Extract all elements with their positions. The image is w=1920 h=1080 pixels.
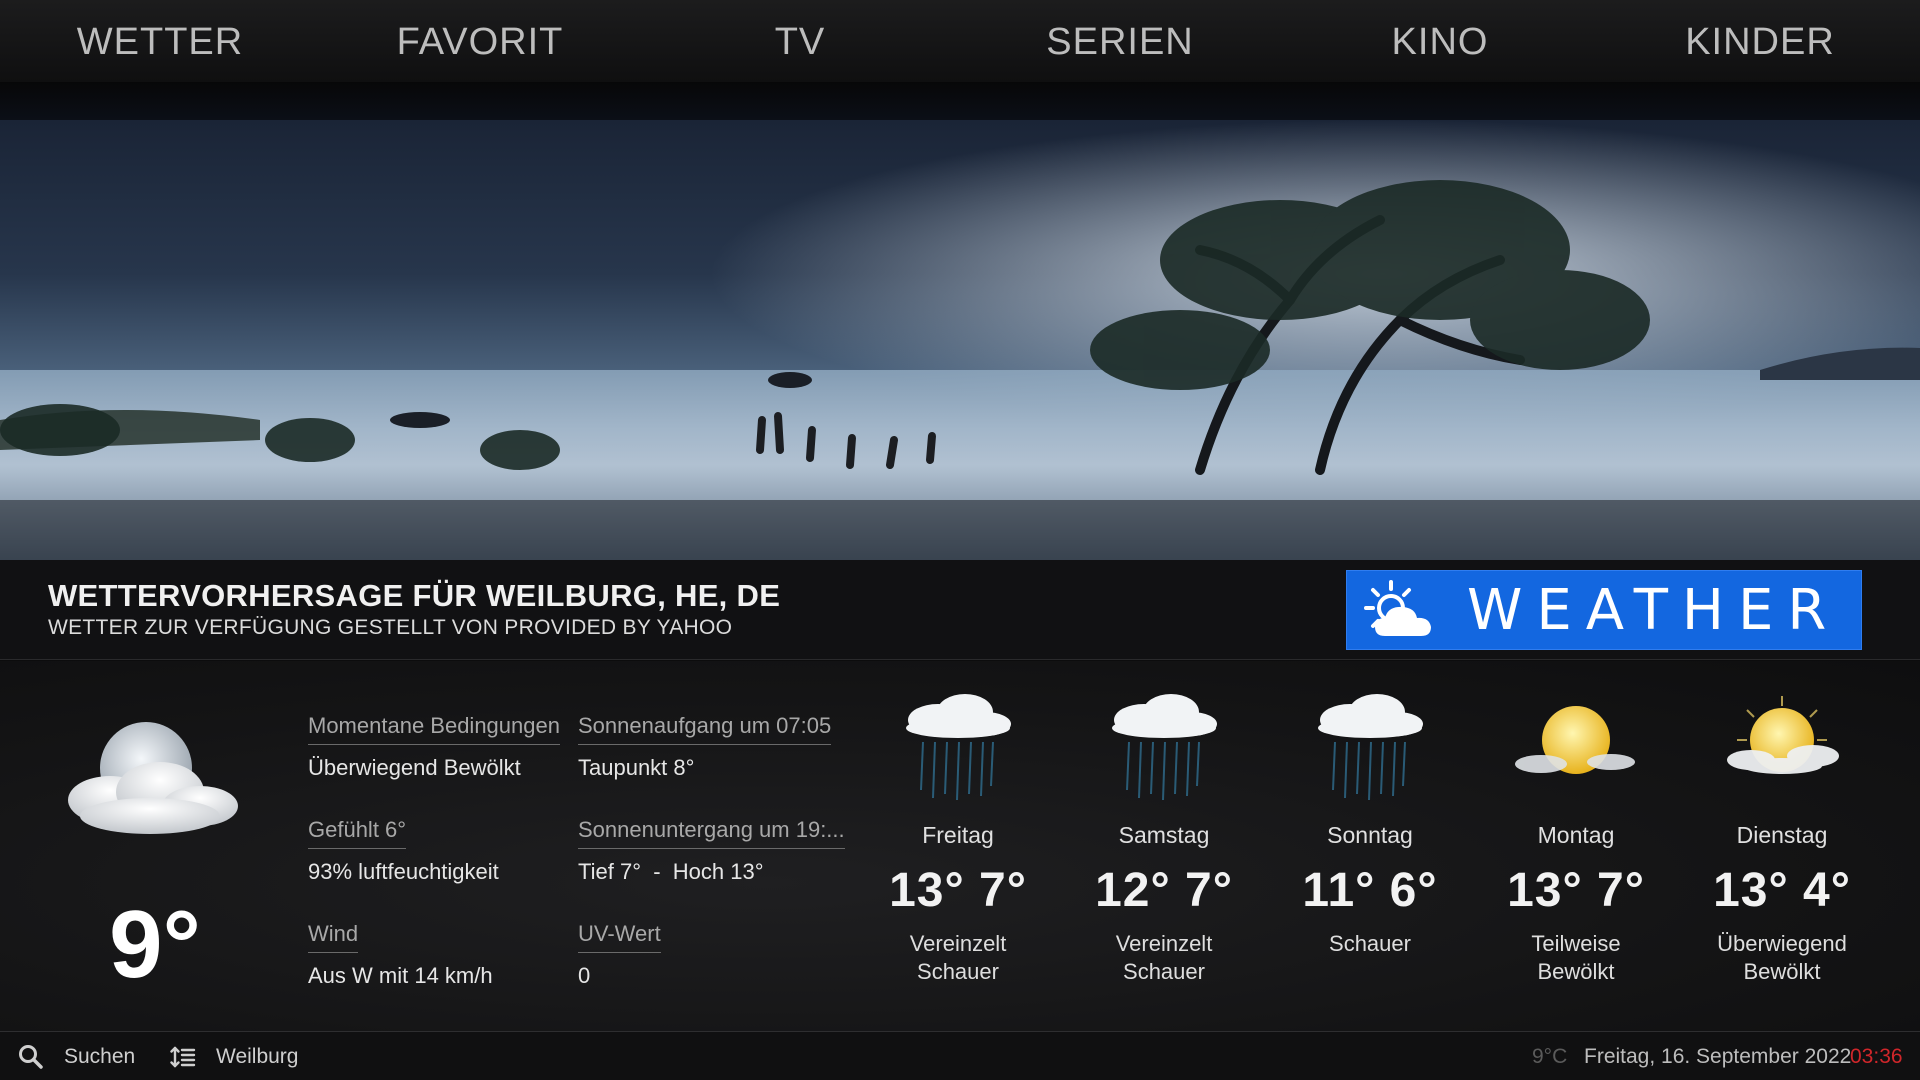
location-button[interactable]: Weilburg [216,1032,298,1080]
day-temperatures: 11° 6° [1302,864,1438,917]
day-condition-line1: Schauer [1329,931,1411,956]
day-condition-line2: Schauer [917,959,999,984]
sort-list-icon[interactable] [170,1045,196,1069]
status-date: Freitag, 16. September 2022 [1584,1045,1852,1068]
day-condition-line2: Bewölkt [1743,959,1821,984]
current-conditions: Momentane Bedingungen Überwiegend Bewölk… [308,713,560,781]
sun-cloud-icon [1727,696,1839,774]
feels-like-label: Gefühlt 6° [308,817,407,849]
status-temperature: 9°C [1532,1045,1568,1068]
day-condition: Schauer [1270,930,1470,958]
current-temperature: 9° [109,891,201,998]
nav-shadow [0,82,1920,120]
day-condition-line1: Vereinzelt [909,931,1007,956]
status-time: 03:36 [1850,1045,1903,1068]
day-condition-line2: Schauer [1123,959,1205,984]
background-landscape-image [0,120,1920,560]
uv-index: UV-Wert 0 [578,921,661,989]
forecast-day-sunday[interactable]: Sonntag 11° 6° Schauer [1270,690,1470,958]
sunrise-label: Sonnenaufgang um 07:05 [578,713,832,745]
weather-logo: WEATHER [1346,570,1862,650]
day-temperatures: 13° 7° [889,864,1027,917]
sunrise: Sonnenaufgang um 07:05 Taupunkt 8° [578,713,832,781]
humidity-value: 93% luftfeuchtigkeit [308,859,499,884]
dewpoint-value: Taupunkt 8° [578,755,695,780]
day-condition-line2: Bewölkt [1537,959,1615,984]
search-icon[interactable] [18,1044,44,1070]
sunset: Sonnenuntergang um 19:... Tief 7° - Hoch… [578,817,845,885]
rain-cloud-icon [1318,694,1423,801]
partly-cloudy-day-icon [1364,580,1431,636]
forecast-day-saturday[interactable]: Samstag 12° 7° Vereinzelt Schauer [1064,690,1264,986]
day-name: Samstag [1118,822,1210,848]
cloudy-moon-icon [50,718,250,853]
nav-item-tv[interactable]: TV [640,0,960,82]
top-navigation: WETTER FAVORIT TV SERIEN KINO KINDER [0,0,1920,82]
day-name: Dienstag [1736,822,1828,848]
wind-label: Wind [308,921,359,953]
day-condition: Vereinzelt Schauer [1064,930,1264,986]
nav-item-favorit[interactable]: FAVORIT [320,0,640,82]
day-temperatures: 12° 7° [1095,864,1233,917]
low-high-value: Tief 7° - Hoch 13° [578,859,764,884]
nav-item-wetter[interactable]: WETTER [0,0,320,82]
rain-cloud-icon [906,694,1011,801]
rain-cloud-icon [1112,694,1217,801]
day-name: Montag [1537,822,1615,848]
status-bar: Suchen Weilburg 9°C Freitag, 16. Septemb… [0,1031,1920,1080]
nav-item-kinder[interactable]: KINDER [1600,0,1920,82]
nav-item-kino[interactable]: KINO [1280,0,1600,82]
day-temperatures: 13° 7° [1507,864,1645,917]
conditions-value: Überwiegend Bewölkt [308,755,521,780]
uv-label: UV-Wert [578,921,661,953]
day-condition-line1: Überwiegend [1717,931,1847,956]
uv-value: 0 [578,963,591,988]
forecast-day-monday[interactable]: Montag 13° 7° Teilweise Bewölkt [1476,690,1676,986]
nav-item-serien[interactable]: SERIEN [960,0,1280,82]
feels-like: Gefühlt 6° 93% luftfeuchtigkeit [308,817,499,885]
wind: Wind Aus W mit 14 km/h [308,921,493,989]
day-name: Freitag [922,822,994,848]
conditions-label: Momentane Bedingungen [308,713,560,745]
forecast-day-friday[interactable]: Freitag 13° 7° Vereinzelt Schauer [858,690,1058,986]
wind-value: Aus W mit 14 km/h [308,963,493,988]
day-name: Sonntag [1327,822,1413,848]
day-condition: Überwiegend Bewölkt [1682,930,1882,986]
sunset-label: Sonnenuntergang um 19:... [578,817,845,849]
day-condition: Teilweise Bewölkt [1476,930,1676,986]
day-temperatures: 13° 4° [1713,864,1851,917]
search-button[interactable]: Suchen [64,1032,135,1080]
day-condition-line1: Vereinzelt [1115,931,1213,956]
forecast-subtitle: WETTER ZUR VERFÜGUNG GESTELLT VON PROVID… [48,616,733,639]
weather-logo-text: WEATHER [1467,577,1841,643]
forecast-title: WETTERVORHERSAGE FÜR WEILBURG, HE, DE [48,578,781,613]
sun-cloud-icon [1515,706,1635,774]
forecast-day-tuesday[interactable]: Dienstag 13° 4° Überwiegend Bewölkt [1682,690,1882,986]
day-condition-line1: Teilweise [1531,931,1621,956]
day-condition: Vereinzelt Schauer [858,930,1058,986]
